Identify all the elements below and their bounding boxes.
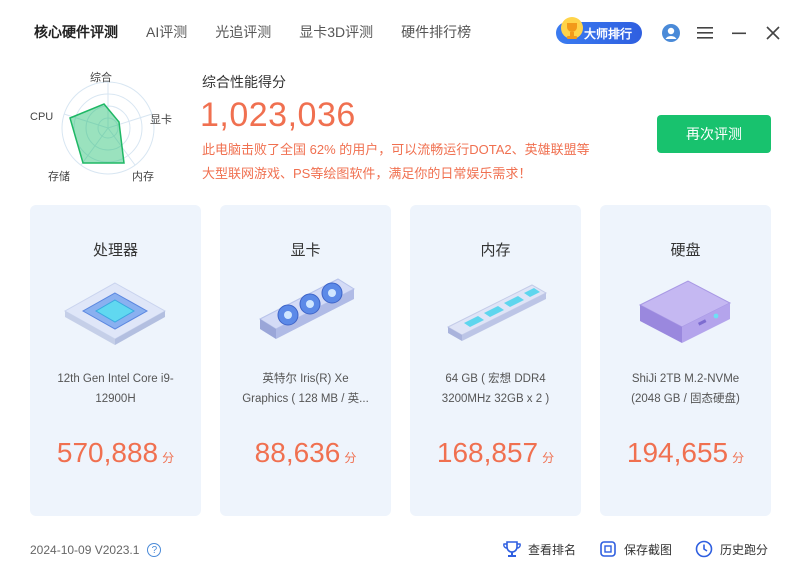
help-icon[interactable]: ? (147, 543, 162, 557)
trophy-icon (503, 541, 521, 557)
window-controls (660, 22, 796, 44)
radar-label-overall: 综合 (90, 72, 112, 84)
card-desc: 12th Gen Intel Core i9- 12900H (44, 369, 187, 409)
footer-actions: 查看排名 保存截图 历史跑分 (502, 539, 790, 559)
card-score-unit: 分 (344, 451, 357, 465)
history-score-label: 历史跑分 (720, 542, 769, 557)
card-score-value: 194,655 (626, 437, 729, 468)
card-desc-line2: (2048 GB / 固态硬盘) (631, 393, 740, 405)
tab-core-hardware[interactable]: 核心硬件评测 (34, 22, 118, 42)
master-rank-label: 大师排行 (584, 26, 633, 41)
card-desc: ShiJi 2TB M.2-NVMe (2048 GB / 固态硬盘) (614, 369, 757, 409)
card-title: 显卡 (290, 242, 321, 259)
close-icon[interactable] (762, 22, 784, 44)
card-score-value: 570,888 (56, 437, 159, 468)
card-score-unit: 分 (162, 451, 175, 465)
tab-gpu-3d[interactable]: 显卡3D评测 (299, 22, 373, 42)
card-desc-line2: Graphics ( 128 MB / 英... (242, 393, 369, 405)
card-desc-line1: 12th Gen Intel Core i9- (57, 373, 174, 385)
total-score: 1,023,036 (200, 96, 356, 134)
top-bar: 核心硬件评测 AI评测 光追评测 显卡3D评测 硬件排行榜 大师排行 (0, 0, 800, 64)
radar-label-cpu: CPU (30, 111, 54, 123)
tab-raytracing[interactable]: 光追评测 (215, 22, 271, 42)
card-desc-line1: 64 GB ( 宏想 DDR4 (445, 373, 546, 385)
cpu-chip-icon (63, 282, 167, 345)
score-description: 此电脑击败了全国 62% 的用户，可以流畅运行DOTA2、英雄联盟等 大型联网游… (202, 138, 632, 186)
gpu-card-icon (258, 278, 356, 339)
view-ranking-button[interactable]: 查看排名 (502, 539, 576, 559)
user-avatar-icon[interactable] (660, 22, 682, 44)
history-score-button[interactable]: 历史跑分 (694, 539, 768, 559)
history-icon (695, 540, 713, 558)
card-title: 硬盘 (670, 242, 701, 259)
nav-tabs: 核心硬件评测 AI评测 光追评测 显卡3D评测 硬件排行榜 (34, 22, 499, 42)
performance-radar: 综合 显卡 内存 存储 CPU (28, 66, 188, 186)
tab-ai[interactable]: AI评测 (146, 22, 187, 42)
card-desc-line2: 12900H (95, 393, 136, 405)
card-desc-line1: 英特尔 Iris(R) Xe (262, 373, 349, 385)
card-score-value: 88,636 (254, 437, 341, 468)
view-ranking-label: 查看排名 (528, 542, 577, 557)
memory-card[interactable]: 内存 64 GB ( 宏想 DDR4 3200MHz 32GB x 2 ) 16… (410, 205, 581, 516)
card-score: 570,888 分 (30, 437, 201, 469)
card-desc: 64 GB ( 宏想 DDR4 3200MHz 32GB x 2 ) (424, 369, 567, 409)
score-description-line2: 大型联网游戏、PS等绘图软件，满足你的日常娱乐需求！ (202, 166, 532, 181)
card-score: 168,857 分 (410, 437, 581, 469)
menu-icon[interactable] (694, 22, 716, 44)
gpu-card[interactable]: 显卡 英特尔 Iris(R) Xe Graphics ( 128 MB / 英.… (220, 205, 391, 516)
card-title: 处理器 (92, 242, 138, 259)
card-desc-line1: ShiJi 2TB M.2-NVMe (631, 373, 740, 385)
hard-disk-icon (638, 280, 732, 343)
disk-card[interactable]: 硬盘 ShiJi 2TB M.2-NVMe (2048 GB / 固态硬盘) 1… (600, 205, 771, 516)
master-trophy-icon (561, 17, 583, 39)
card-score: 194,655 分 (600, 437, 771, 469)
card-desc-line2: 3200MHz 32GB x 2 ) (441, 393, 550, 405)
card-score-unit: 分 (542, 451, 555, 465)
score-description-line1: 此电脑击败了全国 62% 的用户，可以流畅运行DOTA2、英雄联盟等 (202, 142, 590, 157)
tab-hardware-ranking[interactable]: 硬件排行榜 (401, 22, 471, 42)
version-info: 2024-10-09 V2023.1 ? (30, 543, 162, 557)
card-score: 88,636 分 (220, 437, 391, 469)
card-title: 内存 (480, 242, 511, 259)
minimize-icon[interactable] (728, 22, 750, 44)
save-screenshot-label: 保存截图 (624, 542, 673, 557)
memory-stick-icon (446, 284, 548, 341)
master-rank-button[interactable]: 大师排行 (556, 17, 642, 44)
card-desc: 英特尔 Iris(R) Xe Graphics ( 128 MB / 英... (234, 369, 377, 409)
screenshot-icon (600, 541, 616, 557)
radar-label-storage: 存储 (48, 171, 70, 183)
card-score-value: 168,857 (436, 437, 539, 468)
retest-button[interactable]: 再次评测 (657, 115, 771, 153)
radar-label-gpu: 显卡 (150, 114, 172, 126)
save-screenshot-button[interactable]: 保存截图 (598, 539, 672, 559)
score-title: 综合性能得分 (202, 74, 286, 90)
radar-label-memory: 内存 (132, 171, 154, 183)
version-text: 2024-10-09 V2023.1 (30, 543, 140, 557)
cpu-card[interactable]: 处理器 12th Gen Intel Core i9- 12900H 570,8… (30, 205, 201, 516)
card-score-unit: 分 (732, 451, 745, 465)
